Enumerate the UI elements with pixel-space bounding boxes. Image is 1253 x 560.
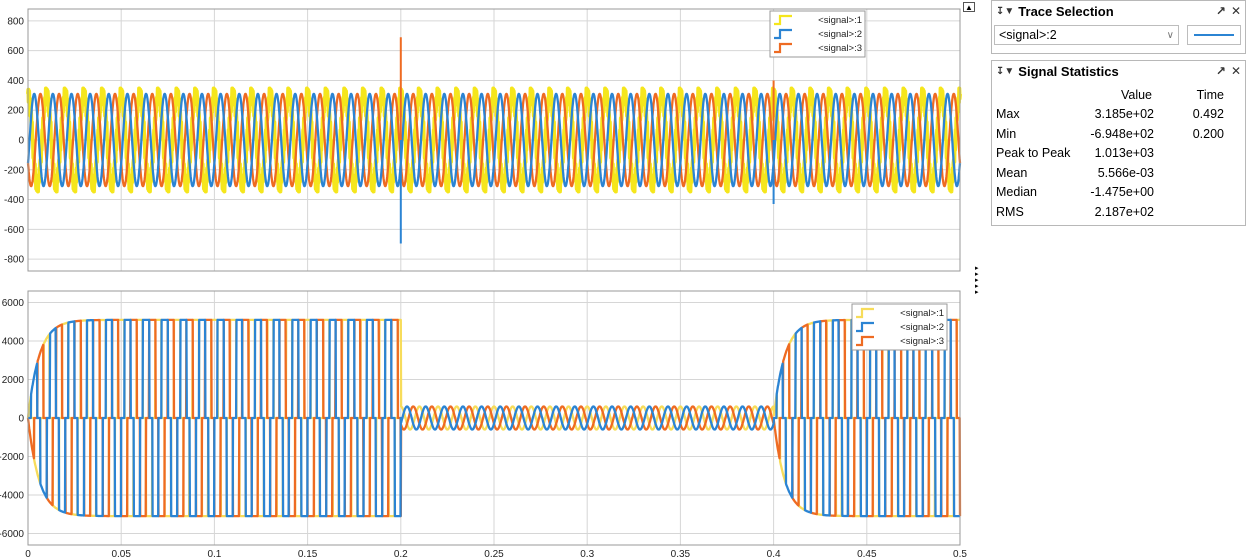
y-tick-label: -4000 [0,490,24,501]
x-tick-label: 0.4 [767,549,781,560]
legend-entry: <signal>:2 [900,322,944,333]
stat-label: RMS [996,204,1024,219]
x-tick-label: 0.15 [298,549,318,560]
legend-entry: <signal>:2 [818,29,862,40]
table-row: RMS 2.187e+02 [996,202,1228,222]
signal-statistics-panel: ↧▼ Signal Statistics ↗ ✕ Value Time Max … [991,60,1246,226]
legend-entry: <signal>:3 [818,43,862,54]
y-tick-label: -200 [4,165,24,176]
x-tick-label: 0.35 [671,549,691,560]
y-tick-label: 200 [7,106,24,117]
trace-selection-panel: ↧▼ Trace Selection ↗ ✕ <signal>:2 ∨ [991,0,1246,54]
stat-label: Min [996,126,1017,141]
scope-plots[interactable]: 8006004002000-200-400-600-800<signal>:1<… [0,0,985,560]
signal-statistics-title: Signal Statistics [1018,63,1119,79]
x-tick-label: 0.45 [857,549,877,560]
stat-label: Max [996,107,1020,122]
undock-icon[interactable]: ↗ [1216,64,1226,78]
stat-label: Peak to Peak [996,146,1071,161]
stat-time [1154,163,1228,183]
stat-value: 5.566e-03 [1097,165,1154,180]
table-row: Min -6.948e+02 0.200 [996,124,1228,144]
stat-value: 3.185e+02 [1094,107,1154,122]
stat-label: Median [996,185,1037,200]
stat-time [1154,144,1228,164]
statistics-header [996,85,1082,105]
x-tick-label: 0 [25,549,31,560]
top-axes: 800 600 400 200 0 -200 -400 -600 -800 <signal>:1 <… [4,8,962,272]
y-tick-label: 0 [18,414,24,425]
y-tick-label: 2000 [2,375,25,386]
stat-label: Mean [996,165,1028,180]
stat-time [1154,183,1228,203]
y-tick-label: -600 [4,225,24,236]
table-row: Peak to Peak 1.013e+03 [996,144,1228,164]
table-row: Median -1.475e+00 [996,183,1228,203]
undock-icon[interactable]: ↗ [1216,4,1226,18]
x-tick-label: 0.05 [111,549,131,560]
trace-color-swatch[interactable] [1187,25,1241,45]
y-tick-label: -6000 [0,529,24,540]
pin-icon[interactable]: ↧▼ [996,6,1014,17]
x-tick-label: 0.1 [207,549,221,560]
stat-value: -6.948e+02 [1090,126,1154,141]
y-tick-label: 4000 [2,337,25,348]
expand-icon[interactable]: ▲ [963,2,975,12]
x-tick-label: 0.5 [953,549,967,560]
collapse-arrows-icon[interactable]: ▸ ▸ ▸ ▸ ▸ [975,265,979,296]
table-row: Max 3.185e+02 0.492 [996,105,1228,125]
y-tick-label: 6000 [2,298,25,309]
y-tick-label: 800 [7,16,24,27]
y-tick-label: -400 [4,195,24,206]
y-tick-label: 600 [7,46,24,57]
pin-icon[interactable]: ↧▼ [996,66,1014,77]
close-icon[interactable]: ✕ [1231,64,1241,78]
stat-value: 1.013e+03 [1094,146,1154,161]
stat-time: 0.492 [1192,107,1224,122]
trace-dropdown-value: <signal>:2 [999,28,1057,42]
close-icon[interactable]: ✕ [1231,4,1241,18]
statistics-header: Time [1196,87,1224,102]
legend-entry: <signal>:1 [900,308,944,319]
y-tick-label: -2000 [0,452,24,463]
bottom-axes: 6000400020000-2000-4000-60000 0.05 0.1 0.15… [0,290,967,560]
y-tick-label: 400 [7,76,24,87]
stat-time [1154,202,1228,222]
statistics-table: Value Time Max 3.185e+02 0.492 Min -6.94… [996,85,1228,222]
table-row: Mean 5.566e-03 [996,163,1228,183]
x-tick-label: 0.25 [484,549,504,560]
legend-entry: <signal>:3 [900,336,944,347]
trace-dropdown[interactable]: <signal>:2 ∨ [994,25,1179,45]
stat-value: -1.475e+00 [1090,185,1154,200]
statistics-header-row: Value Time [996,85,1228,105]
stat-time: 0.200 [1192,126,1224,141]
x-tick-label: 0.2 [394,549,408,560]
y-tick-label: -800 [4,255,24,266]
statistics-header: Value [1120,87,1152,102]
legend-entry: <signal>:1 [818,15,862,26]
x-tick-label: 0.3 [580,549,594,560]
trace-selection-title: Trace Selection [1018,3,1114,19]
chevron-down-icon: ∨ [1166,29,1174,41]
y-tick-label: 0 [18,136,24,147]
stat-value: 2.187e+02 [1094,204,1154,219]
